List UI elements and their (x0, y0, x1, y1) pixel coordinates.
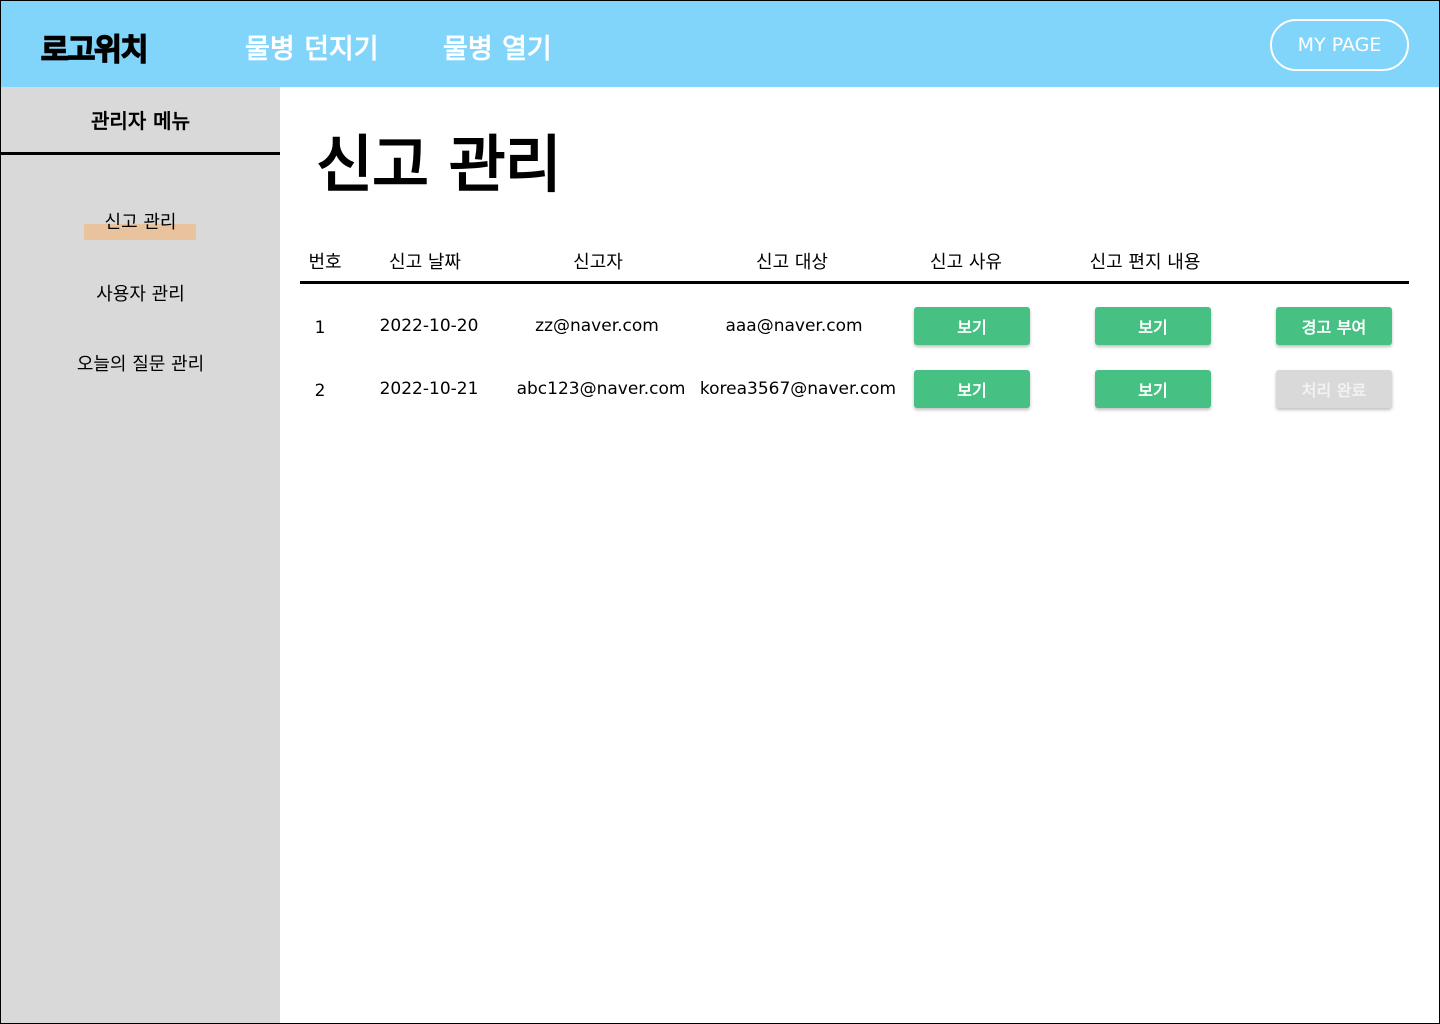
logo[interactable]: 로고위치 (40, 25, 149, 69)
sidebar-title: 관리자 메뉴 (1, 87, 280, 155)
view-reason-button[interactable]: 보기 (914, 370, 1030, 408)
cell-date: 2022-10-21 (379, 379, 479, 399)
column-header-date: 신고 날짜 (389, 252, 461, 273)
page-title: 신고 관리 (316, 128, 562, 201)
cell-number: 2 (314, 381, 326, 401)
sidebar-item-label: 신고 관리 (104, 212, 177, 233)
table-row: 2 2022-10-21 abc123@naver.com korea3567@… (300, 369, 1409, 409)
give-warning-button[interactable]: 경고 부여 (1276, 307, 1392, 345)
table-row: 1 2022-10-20 zz@naver.com aaa@naver.com … (300, 306, 1409, 346)
cell-reporter: abc123@naver.com (516, 379, 686, 399)
cell-target: korea3567@naver.com (699, 379, 897, 399)
processed-complete-button: 처리 완료 (1276, 370, 1392, 408)
admin-sidebar: 관리자 메뉴 신고 관리 사용자 관리 오늘의 질문 관리 (1, 87, 280, 1023)
cell-number: 1 (314, 318, 326, 338)
column-header-number: 번호 (308, 252, 342, 273)
column-header-letter-content: 신고 편지 내용 (1089, 252, 1201, 273)
table-header: 번호 신고 날짜 신고자 신고 대상 신고 사유 신고 편지 내용 (300, 240, 1409, 284)
top-header: 로고위치 물병 던지기 물병 열기 MY PAGE (1, 1, 1439, 87)
view-letter-button[interactable]: 보기 (1095, 307, 1211, 345)
column-header-target: 신고 대상 (756, 252, 828, 273)
mypage-button[interactable]: MY PAGE (1270, 19, 1409, 71)
column-header-reason: 신고 사유 (930, 252, 1002, 273)
sidebar-item-report-management[interactable]: 신고 관리 (1, 208, 280, 234)
column-header-reporter: 신고자 (573, 252, 623, 273)
nav-throw-bottle[interactable]: 물병 던지기 (245, 27, 379, 66)
sidebar-item-label: 오늘의 질문 관리 (76, 354, 205, 375)
sidebar-item-daily-question-management[interactable]: 오늘의 질문 관리 (1, 350, 280, 376)
cell-reporter: zz@naver.com (535, 316, 659, 336)
sidebar-item-user-management[interactable]: 사용자 관리 (1, 280, 280, 306)
view-letter-button[interactable]: 보기 (1095, 370, 1211, 408)
cell-target: aaa@naver.com (725, 316, 863, 336)
view-reason-button[interactable]: 보기 (914, 307, 1030, 345)
nav-open-bottle[interactable]: 물병 열기 (443, 27, 552, 66)
cell-date: 2022-10-20 (379, 316, 479, 336)
sidebar-item-label: 사용자 관리 (96, 284, 185, 305)
